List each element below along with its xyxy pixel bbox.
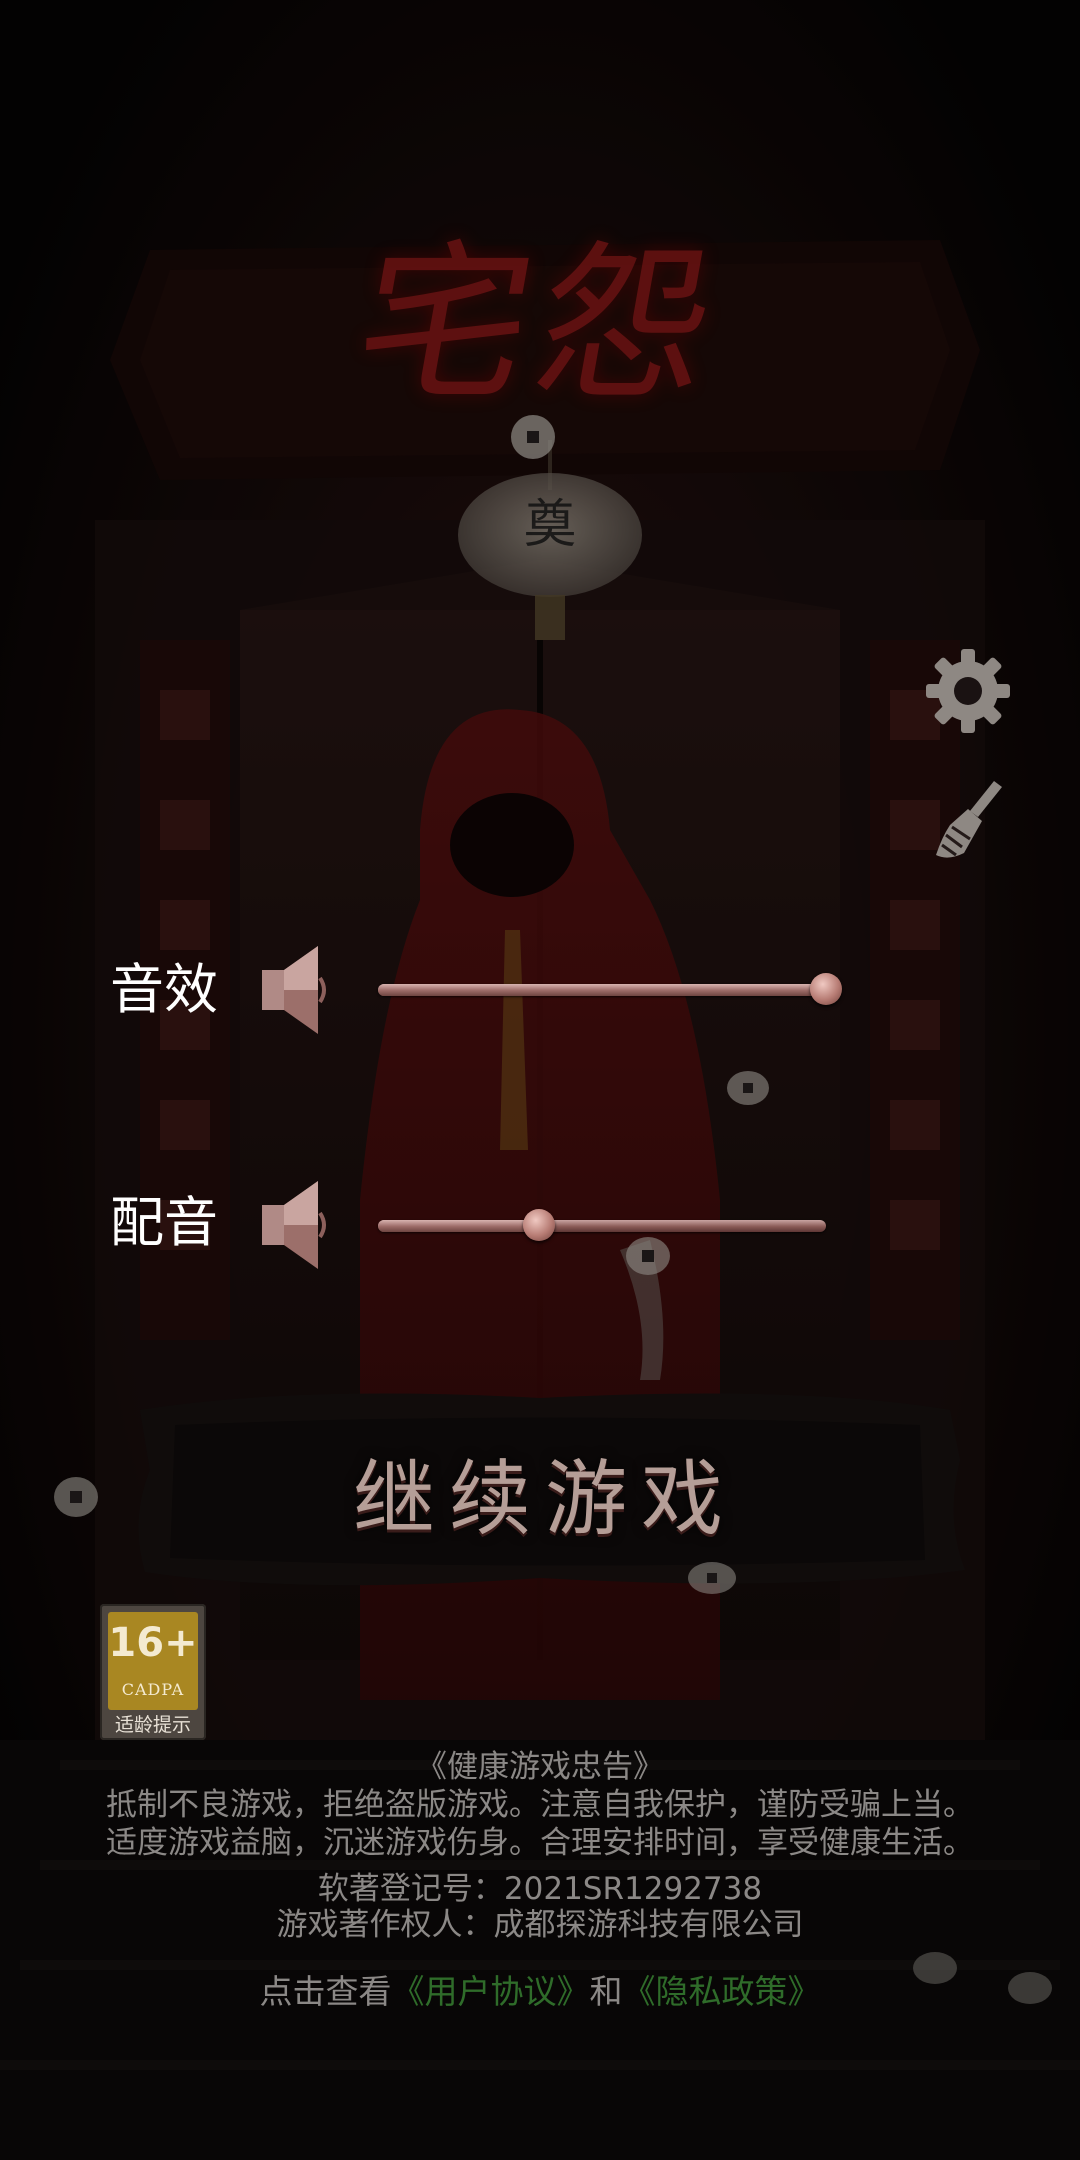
user-agreement-link[interactable]: 《用户协议》 — [392, 1972, 590, 2011]
paper-coin — [727, 1071, 769, 1105]
paper-coin — [626, 1237, 670, 1275]
clean-button[interactable] — [928, 775, 1010, 865]
sound-effects-slider[interactable] — [378, 973, 842, 1005]
gear-icon — [926, 649, 1010, 733]
health-notice-title: 《健康游戏忠告》 — [416, 1749, 664, 1785]
continue-game-label: 继续游戏 — [352, 1452, 737, 1547]
agreement-prefix: 点击查看 — [259, 1972, 392, 2011]
voice-slider-fill — [378, 1220, 540, 1232]
voice-speaker[interactable] — [258, 1175, 330, 1275]
speaker-icon — [262, 1181, 326, 1269]
voice-label: 配音 — [110, 1191, 218, 1254]
speaker-icon — [262, 946, 326, 1034]
game-title-logo: 宅怨 — [342, 226, 738, 424]
health-notice-line-2: 适度游戏益脑，沉迷游戏伤身。合理安排时间，享受健康生活。 — [106, 1825, 974, 1861]
age-rating-badge[interactable]: 16+ CADPA 适龄提示 — [100, 1604, 206, 1740]
age-rating-hint: 适龄提示 — [114, 1714, 191, 1736]
age-rating-org: CADPA — [121, 1680, 185, 1699]
sound-effects-slider-fill — [378, 984, 826, 996]
voice-slider[interactable] — [378, 1209, 826, 1241]
settings-button[interactable] — [922, 645, 1014, 737]
paper-coin — [54, 1477, 98, 1517]
software-registration-number: 软著登记号：2021SR1292738 — [317, 1871, 763, 1907]
health-notice-line-1: 抵制不良游戏，拒绝盗版游戏。注意自我保护，谨防受骗上当。 — [106, 1787, 974, 1823]
agreement-conjunction: 和 — [589, 1972, 623, 2011]
paper-coin — [511, 415, 555, 459]
lantern-glyph: 奠 — [523, 495, 576, 555]
privacy-policy-link[interactable]: 《隐私政策》 — [623, 1972, 821, 2011]
sound-effects-speaker[interactable] — [258, 940, 330, 1040]
broom-icon — [936, 781, 1002, 858]
sound-effects-slider-thumb[interactable] — [810, 973, 842, 1005]
continue-game-button[interactable]: 继续游戏 — [150, 1400, 940, 1600]
copyright-owner: 游戏著作权人：成都探游科技有限公司 — [276, 1907, 804, 1943]
age-rating-number: 16+ — [108, 1620, 198, 1666]
agreement-row: 点击查看《用户协议》和《隐私政策》 — [0, 1970, 1080, 2014]
sound-effects-label: 音效 — [110, 958, 218, 1021]
